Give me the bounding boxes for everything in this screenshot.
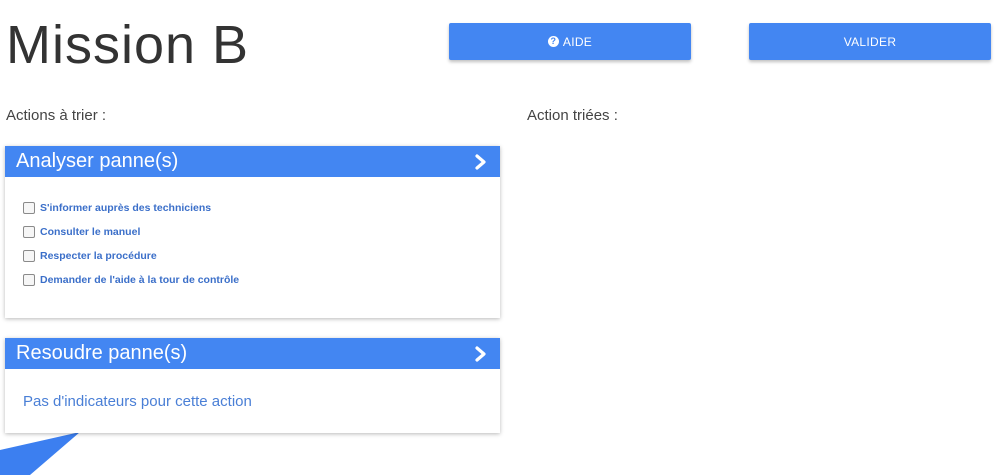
action-card-analyze: Analyser panne(s) S'informer auprès des …: [5, 146, 500, 318]
chevron-right-icon[interactable]: [474, 345, 488, 362]
list-item: Demander de l'aide à la tour de contrôle: [23, 268, 500, 292]
empty-indicators-message: Pas d'indicateurs pour cette action: [23, 393, 252, 410]
actions-to-sort-label: Actions à trier :: [6, 107, 107, 124]
checkbox-label[interactable]: S'informer auprès des techniciens: [40, 202, 211, 214]
help-button-label: AIDE: [562, 34, 593, 49]
card-title: Resoudre panne(s): [16, 342, 188, 364]
help-button[interactable]: ? AIDE: [449, 23, 691, 60]
chevron-right-icon[interactable]: [474, 153, 488, 170]
indicator-list: S'informer auprès des techniciens Consul…: [5, 177, 500, 292]
action-card-resolve: Resoudre panne(s) Pas d'indicateurs pour…: [5, 338, 500, 433]
list-item: Respecter la procédure: [23, 244, 500, 268]
checkbox[interactable]: [23, 274, 35, 286]
card-header: Resoudre panne(s): [5, 338, 500, 369]
list-item: Consulter le manuel: [23, 220, 500, 244]
card-title: Analyser panne(s): [16, 150, 179, 172]
sorted-actions-label: Action triées :: [527, 107, 618, 124]
checkbox-label[interactable]: Demander de l'aide à la tour de contrôle: [40, 274, 239, 286]
list-item: S'informer auprès des techniciens: [23, 196, 500, 220]
checkbox[interactable]: [23, 226, 35, 238]
validate-button-label: VALIDER: [843, 34, 897, 49]
checkbox-label[interactable]: Consulter le manuel: [40, 226, 140, 238]
question-circle-icon: ?: [547, 36, 559, 47]
checkbox[interactable]: [23, 250, 35, 262]
checkbox[interactable]: [23, 202, 35, 214]
page-title: Mission B: [6, 15, 250, 75]
checkbox-label[interactable]: Respecter la procédure: [40, 250, 157, 262]
validate-button[interactable]: VALIDER: [749, 23, 991, 60]
card-header: Analyser panne(s): [5, 146, 500, 177]
